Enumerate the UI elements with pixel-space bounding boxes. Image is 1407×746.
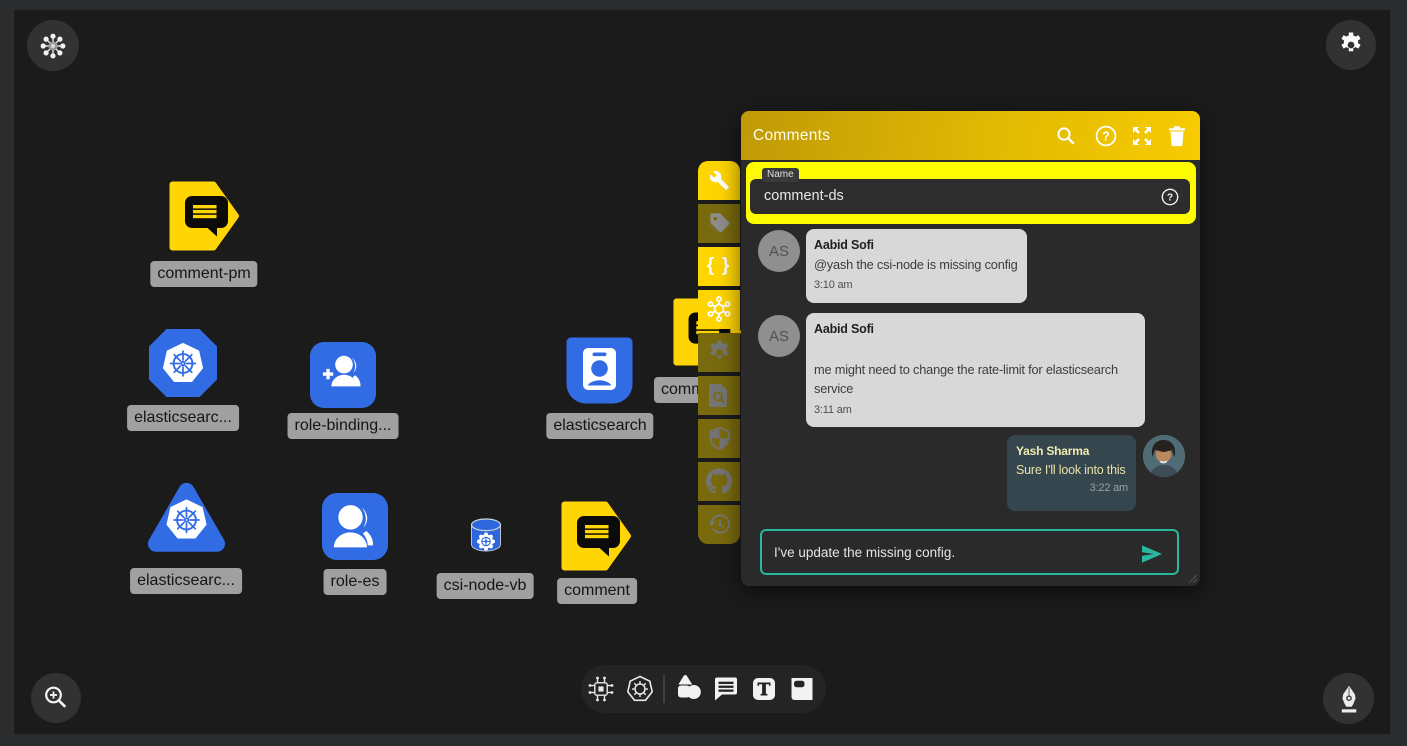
svg-text:?: ? <box>1167 193 1173 204</box>
svg-text:?: ? <box>1102 129 1110 143</box>
